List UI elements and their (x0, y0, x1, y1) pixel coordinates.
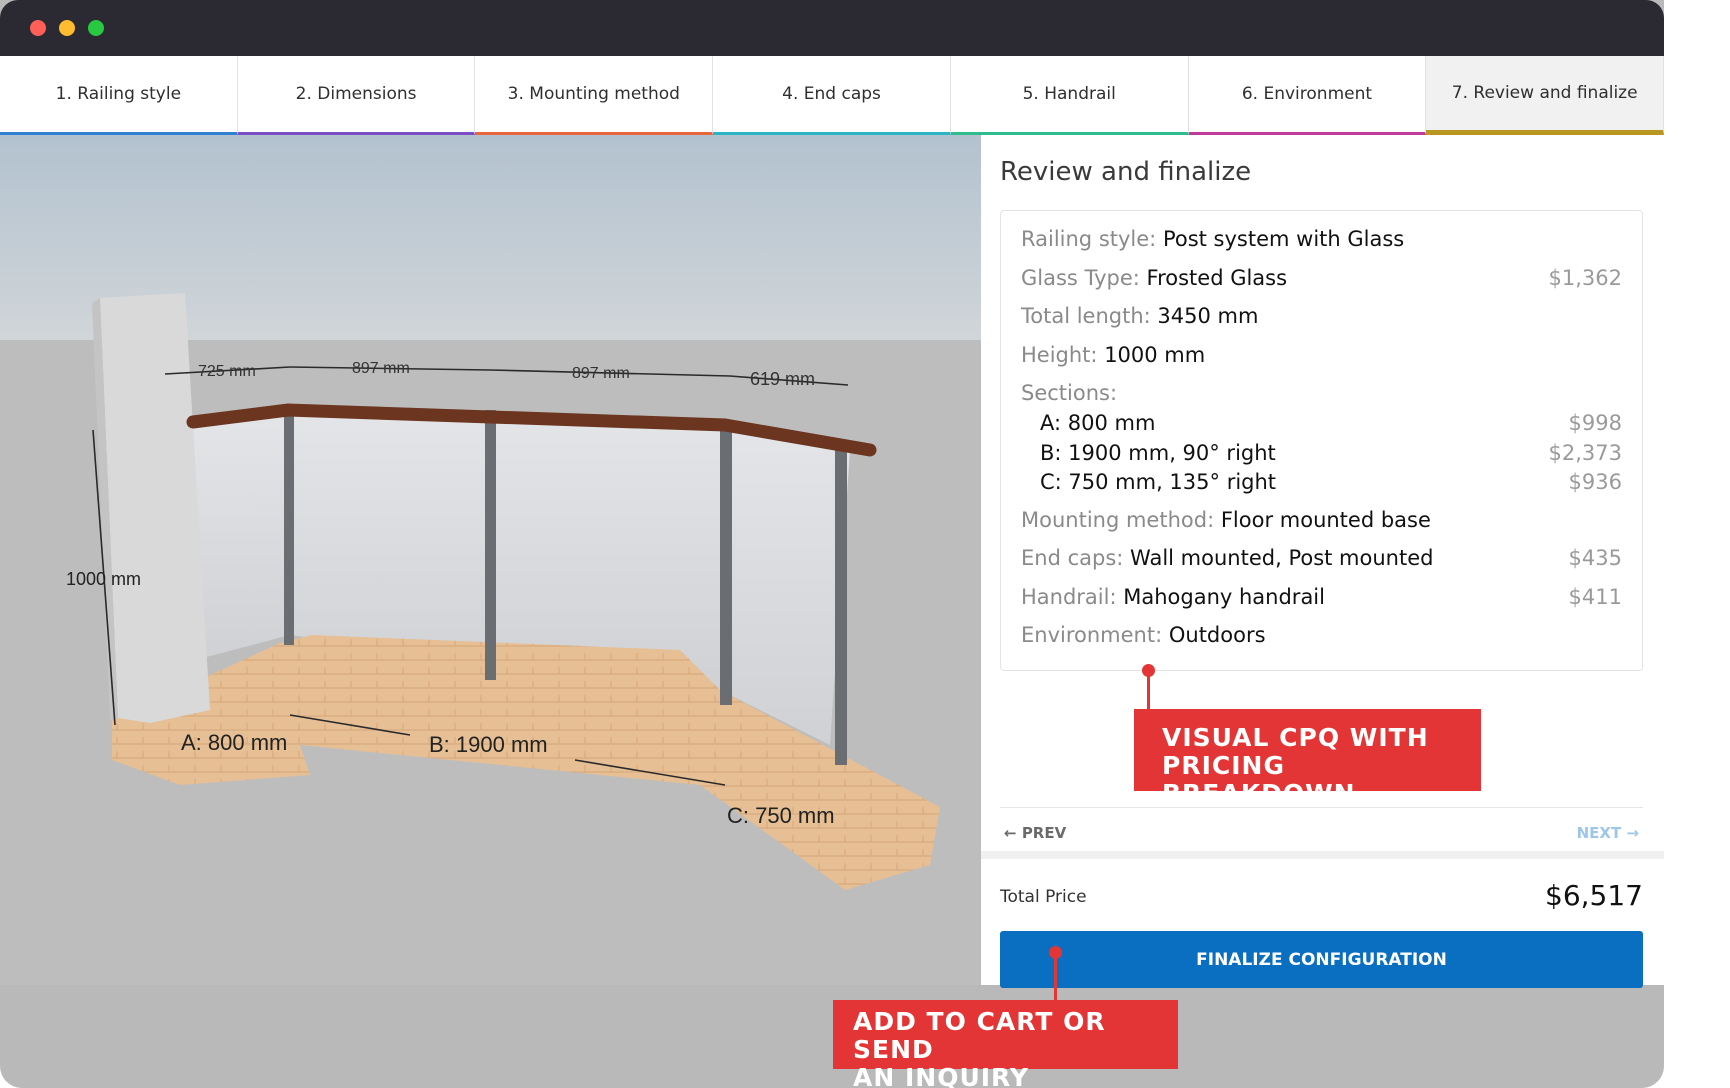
post-4 (835, 445, 847, 765)
prev-label: PREV (1021, 824, 1067, 842)
step-navigation: ← PREV NEXT → (1000, 807, 1643, 855)
tab-step-5[interactable]: 5. Handrail (950, 56, 1189, 135)
3d-viewport[interactable]: 725 mm 897 mm 897 mm 619 mm 1000 mm A: 8… (0, 135, 981, 985)
handrail-price: $411 (1568, 584, 1622, 609)
height-value: 1000 mm (1104, 342, 1206, 367)
dim-label-3: 897 mm (572, 365, 630, 382)
section-b-price: $2,373 (1548, 440, 1622, 465)
section-row-c: C: 750 mm, 135° right $936 (1021, 470, 1622, 500)
maximize-window-button[interactable] (88, 20, 104, 36)
glass-type-price: $1,362 (1548, 265, 1622, 290)
prev-button[interactable]: ← PREV (1004, 824, 1066, 842)
tab-step-2[interactable]: 2. Dimensions (237, 56, 476, 135)
section-row-a: A: 800 mm $998 (1021, 411, 1622, 441)
summary-row-mounting: Mounting method: Floor mounted base (1021, 508, 1622, 547)
callout-pin-line-cart (1054, 952, 1057, 1000)
summary-row-glass-type: Glass Type: Frosted Glass $1,362 (1021, 266, 1622, 305)
close-window-button[interactable] (30, 20, 46, 36)
glass-type-value: Frosted Glass (1146, 265, 1288, 290)
section-a-price: $998 (1568, 411, 1622, 435)
summary-row-railing-style: Railing style: Post system with Glass (1021, 227, 1622, 266)
panel-title: Review and finalize (1000, 157, 1252, 187)
railing-scene: 725 mm 897 mm 897 mm 619 mm 1000 mm A: 8… (0, 135, 981, 985)
environment-key: Environment: (1021, 623, 1163, 647)
summary-row-environment: Environment: Outdoors (1021, 623, 1622, 662)
callout-cart: ADD TO CART OR SEND AN INQUIRY OPTIONS (833, 1000, 1178, 1088)
section-a-label: A: 800 mm (181, 730, 287, 755)
next-label: NEXT (1576, 824, 1622, 842)
summary-row-handrail: Handrail: Mahogany handrail $411 (1021, 585, 1622, 624)
config-summary: Railing style: Post system with Glass Gl… (1000, 210, 1643, 671)
end-caps-key: End caps: (1021, 546, 1124, 570)
summary-row-end-caps: End caps: Wall mounted, Post mounted $43… (1021, 546, 1622, 585)
section-c-price: $936 (1568, 470, 1622, 494)
section-c-label: C: 750 mm (727, 803, 835, 828)
minimize-window-button[interactable] (59, 20, 75, 36)
dim-label-4: 619 mm (750, 369, 815, 389)
summary-row-sections: Sections: (1021, 381, 1622, 411)
total-section: Total Price $6,517 FINALIZE CONFIGURATIO… (981, 851, 1664, 988)
tab-step-3[interactable]: 3. Mounting method (475, 56, 714, 135)
total-length-key: Total length: (1021, 304, 1151, 328)
tab-step-1[interactable]: 1. Railing style (0, 56, 238, 135)
tab-step-7[interactable]: 7. Review and finalize (1426, 56, 1664, 135)
tab-step-6[interactable]: 6. Environment (1188, 56, 1427, 135)
arrow-left-icon: ← (1004, 824, 1017, 842)
finalize-configuration-button[interactable]: FINALIZE CONFIGURATION (1000, 931, 1643, 988)
total-price-label: Total Price (1000, 887, 1087, 907)
end-caps-value: Wall mounted, Post mounted (1130, 546, 1434, 570)
environment-value: Outdoors (1168, 623, 1266, 647)
title-bar (0, 0, 1664, 56)
app-window: 1. Railing style 2. Dimensions 3. Mounting… (0, 0, 1664, 1088)
section-b-value: B: 1900 mm, 90° right (1040, 440, 1276, 465)
section-a-value: A: 800 mm (1040, 411, 1156, 435)
review-panel: Review and finalize Railing style: Post … (981, 135, 1664, 988)
step-tabs: 1. Railing style 2. Dimensions 3. Mounting… (0, 56, 1664, 135)
sections-key: Sections: (1021, 381, 1118, 405)
glass-panel-a (192, 410, 290, 660)
handrail-key: Handrail: (1021, 584, 1117, 609)
railing-style-key: Railing style: (1021, 227, 1157, 251)
height-label: 1000 mm (66, 569, 141, 589)
tab-step-4[interactable]: 4. End caps (713, 56, 951, 135)
section-b-label: B: 1900 mm (429, 732, 548, 757)
arrow-right-icon: → (1626, 824, 1639, 842)
post-2 (485, 410, 496, 680)
callout-cpq: VISUAL CPQ WITH PRICING BREAKDOWN (1134, 709, 1481, 808)
height-key: Height: (1021, 342, 1098, 367)
railing-style-value: Post system with Glass (1162, 227, 1405, 251)
callout-pin-line-cpq (1147, 670, 1150, 710)
end-caps-price: $435 (1568, 546, 1622, 570)
section-row-b: B: 1900 mm, 90° right $2,373 (1021, 441, 1622, 471)
next-button[interactable]: NEXT → (1577, 824, 1639, 842)
glass-panel-c (720, 425, 850, 745)
glass-type-key: Glass Type: (1021, 265, 1140, 290)
mounting-key: Mounting method: (1021, 507, 1215, 532)
dim-label-2: 897 mm (352, 360, 410, 377)
post-1 (284, 405, 294, 645)
summary-row-height: Height: 1000 mm (1021, 343, 1622, 382)
post-3 (720, 420, 732, 705)
dim-label-1: 725 mm (198, 363, 256, 380)
total-price-value: $6,517 (1545, 879, 1643, 912)
summary-row-total-length: Total length: 3450 mm (1021, 304, 1622, 343)
total-length-value: 3450 mm (1157, 304, 1259, 328)
section-c-value: C: 750 mm, 135° right (1040, 470, 1277, 494)
handrail-value: Mahogany handrail (1123, 584, 1325, 609)
mounting-value: Floor mounted base (1220, 507, 1431, 532)
